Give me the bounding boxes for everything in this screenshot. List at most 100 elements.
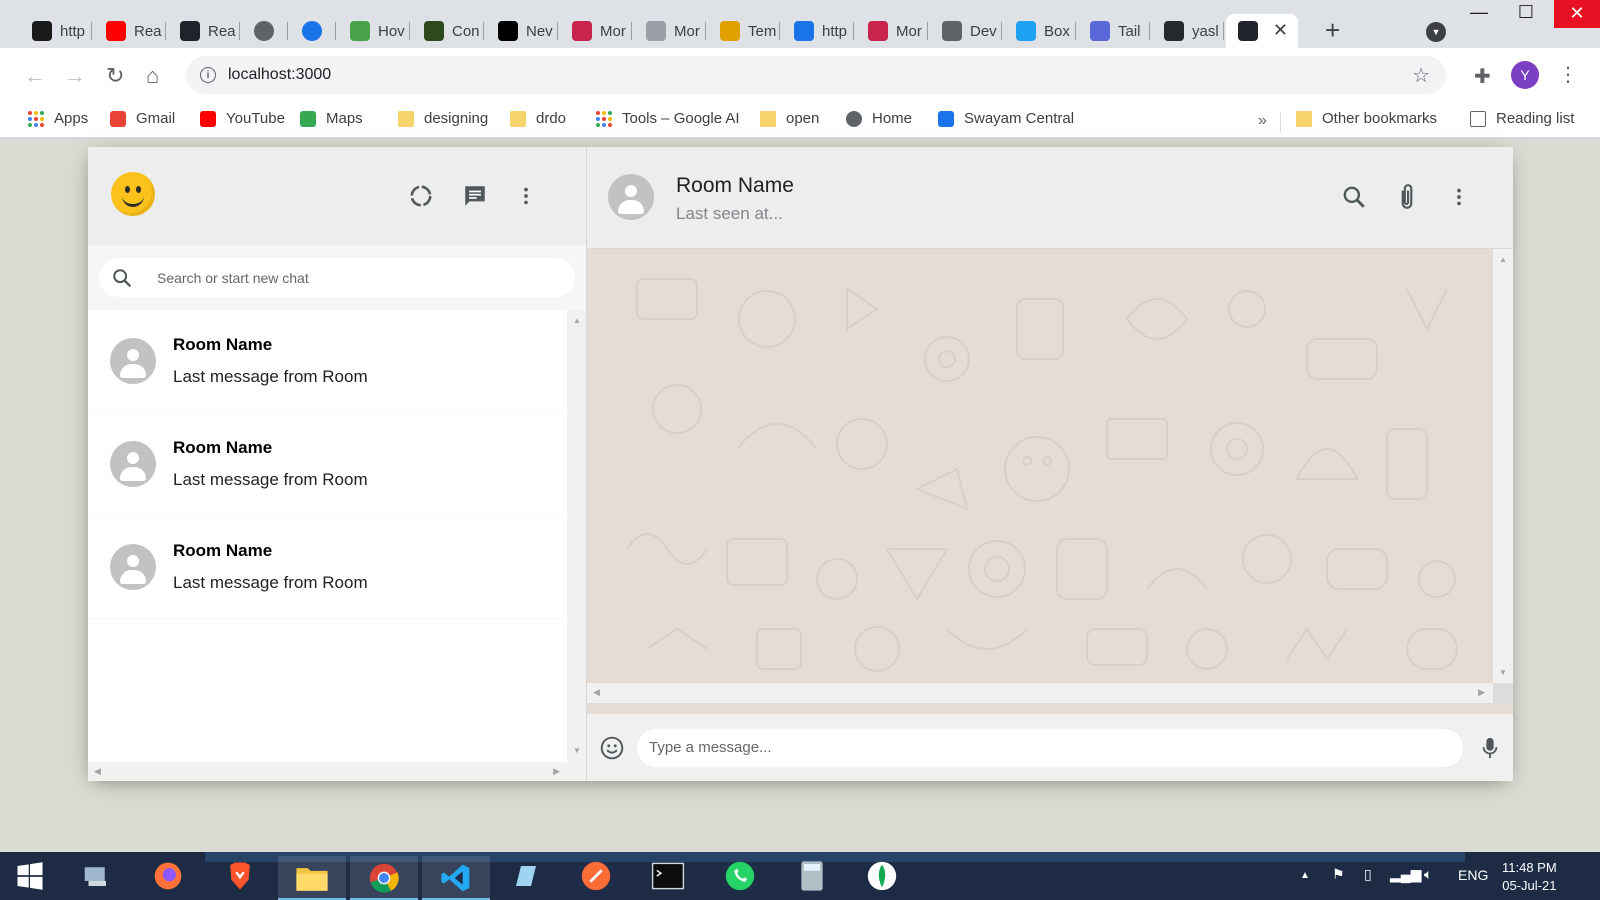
network-signal-icon[interactable]: ▂▄▆ <box>1390 866 1421 883</box>
back-icon[interactable]: ← <box>24 62 46 90</box>
scroll-up-arrow-icon[interactable]: ▲ <box>573 316 581 325</box>
minimize-window-icon[interactable]: — <box>1456 2 1502 23</box>
maximize-window-icon[interactable]: ☐ <box>1503 2 1549 23</box>
browser-tab-16[interactable]: yasl <box>1152 14 1224 48</box>
chat-horizontal-scrollbar[interactable]: ◀ ▶ <box>587 683 1493 703</box>
close-window-icon[interactable]: ✕ <box>1554 0 1600 28</box>
browser-tab-1[interactable]: Rea <box>94 14 166 48</box>
language-indicator[interactable]: ENG <box>1458 867 1488 883</box>
browser-tab-8[interactable]: Mor <box>560 14 632 48</box>
apps-icon <box>28 110 44 127</box>
scroll-right-arrow-icon[interactable]: ▶ <box>1478 687 1485 698</box>
user-avatar[interactable] <box>111 172 155 216</box>
scroll-left-arrow-icon[interactable]: ◀ <box>593 687 600 698</box>
bookmark-6[interactable]: Tools – Google AI <box>596 110 740 127</box>
new-tab-button[interactable]: + <box>1325 16 1340 44</box>
bookmark-4[interactable]: designing <box>398 110 488 127</box>
extensions-puzzle-icon[interactable]: ✚ <box>1474 64 1491 89</box>
other-bookmarks[interactable]: Other bookmarks <box>1296 110 1437 127</box>
chat-list-horizontal-scrollbar[interactable]: ◀ ▶ <box>88 762 568 781</box>
browser-tab-2[interactable]: Rea <box>168 14 240 48</box>
postman-icon[interactable] <box>578 858 614 894</box>
tab-separator <box>1001 22 1002 40</box>
show-hidden-icons-chevron-icon[interactable]: ▲ <box>1300 870 1310 881</box>
site-info-icon[interactable]: i <box>200 67 216 83</box>
browser-tab-7[interactable]: Nev <box>486 14 558 48</box>
terminal-icon[interactable] <box>650 858 686 894</box>
search-input[interactable] <box>157 269 537 286</box>
reading-list[interactable]: Reading list <box>1470 110 1574 127</box>
scroll-right-arrow-icon[interactable]: ▶ <box>553 766 560 777</box>
bookmark-9[interactable]: Swayam Central <box>938 110 1074 127</box>
address-bar[interactable]: i localhost:3000 ☆ <box>186 56 1446 94</box>
bookmark-star-icon[interactable]: ☆ <box>1412 63 1430 88</box>
microphone-icon[interactable] <box>1479 735 1501 761</box>
reload-icon[interactable]: ↻ <box>106 62 124 90</box>
more-bookmarks-chevron-icon[interactable]: » <box>1258 112 1267 130</box>
profile-avatar[interactable]: Y <box>1511 61 1539 89</box>
file-explorer-icon[interactable] <box>278 856 346 900</box>
tab-title: Tail <box>1118 22 1141 40</box>
scroll-left-arrow-icon[interactable]: ◀ <box>94 766 101 777</box>
scroll-up-arrow-icon[interactable]: ▲ <box>1499 255 1507 264</box>
bookmark-7[interactable]: open <box>760 110 819 127</box>
browser-tab-3[interactable] <box>242 14 288 48</box>
status-icon[interactable] <box>408 183 434 209</box>
chat-row-0[interactable]: Room Name Last message from Room <box>88 310 568 413</box>
menu-kebab-icon[interactable] <box>515 183 537 209</box>
bookmark-8[interactable]: Home <box>846 110 912 127</box>
firefox-icon[interactable] <box>150 858 186 894</box>
attach-paperclip-icon[interactable] <box>1394 182 1420 212</box>
scroll-down-arrow-icon[interactable]: ▼ <box>1499 668 1507 677</box>
chat-row-1[interactable]: Room Name Last message from Room <box>88 413 568 516</box>
url-text[interactable]: localhost:3000 <box>228 66 331 84</box>
chrome-menu-icon[interactable]: ⋮ <box>1558 62 1578 87</box>
bookmark-3[interactable]: Maps <box>300 110 363 127</box>
bookmark-0[interactable]: Apps <box>28 110 88 127</box>
forward-icon[interactable]: → <box>64 62 86 90</box>
notepad-icon[interactable] <box>508 858 544 894</box>
bookmark-1[interactable]: Gmail <box>110 110 175 127</box>
browser-tab-11[interactable]: http <box>782 14 854 48</box>
browser-tab-15[interactable]: Tail <box>1078 14 1150 48</box>
scroll-down-arrow-icon[interactable]: ▼ <box>573 746 581 755</box>
calculator-icon[interactable] <box>794 858 830 894</box>
browser-tab-5[interactable]: Hov <box>338 14 410 48</box>
browser-tab-12[interactable]: Mor <box>856 14 928 48</box>
emoji-icon[interactable] <box>599 735 625 761</box>
browser-tab-10[interactable]: Tem <box>708 14 780 48</box>
search-box[interactable] <box>99 258 575 297</box>
close-tab-icon[interactable]: ✕ <box>1273 20 1288 41</box>
windows-start-icon[interactable] <box>12 858 48 894</box>
mongodb-compass-icon[interactable] <box>864 858 900 894</box>
action-flag-icon[interactable]: ⚑ <box>1332 866 1345 883</box>
leaf-icon <box>350 21 370 41</box>
browser-tab-0[interactable]: http <box>20 14 92 48</box>
message-input[interactable] <box>637 728 1463 767</box>
battery-icon[interactable]: ▯ <box>1364 866 1372 883</box>
tab-search-icon[interactable]: ▼ <box>1426 22 1446 42</box>
whatsapp-icon[interactable] <box>722 858 758 894</box>
vscode-icon[interactable] <box>422 856 490 900</box>
bookmark-2[interactable]: YouTube <box>200 110 285 127</box>
chrome-icon[interactable] <box>350 856 418 900</box>
browser-tab-17[interactable]: ✕ <box>1226 14 1298 48</box>
volume-icon[interactable]: 🔈︎ <box>1424 866 1432 883</box>
browser-tab-13[interactable]: Dev <box>930 14 1002 48</box>
taskbar-clock[interactable]: 11:48 PM 05-Jul-21 <box>1502 859 1557 895</box>
chat-vertical-scrollbar[interactable]: ▲ ▼ <box>1493 249 1513 683</box>
chat-row-2[interactable]: Room Name Last message from Room <box>88 516 568 619</box>
new-chat-icon[interactable] <box>462 183 488 209</box>
home-icon[interactable]: ⌂ <box>146 62 159 90</box>
chat-menu-kebab-icon[interactable] <box>1448 184 1470 210</box>
bookmark-5[interactable]: drdo <box>510 110 566 127</box>
browser-tab-6[interactable]: Con <box>412 14 484 48</box>
chat-room-avatar[interactable] <box>608 174 654 220</box>
browser-tab-14[interactable]: Box <box>1004 14 1076 48</box>
browser-tab-4[interactable] <box>290 14 336 48</box>
network-drive-icon[interactable] <box>78 858 114 894</box>
chat-list-vertical-scrollbar[interactable]: ▲ ▼ <box>567 310 586 781</box>
chat-search-icon[interactable] <box>1341 184 1367 210</box>
browser-tab-9[interactable]: Mor <box>634 14 706 48</box>
brave-icon[interactable] <box>222 858 258 894</box>
